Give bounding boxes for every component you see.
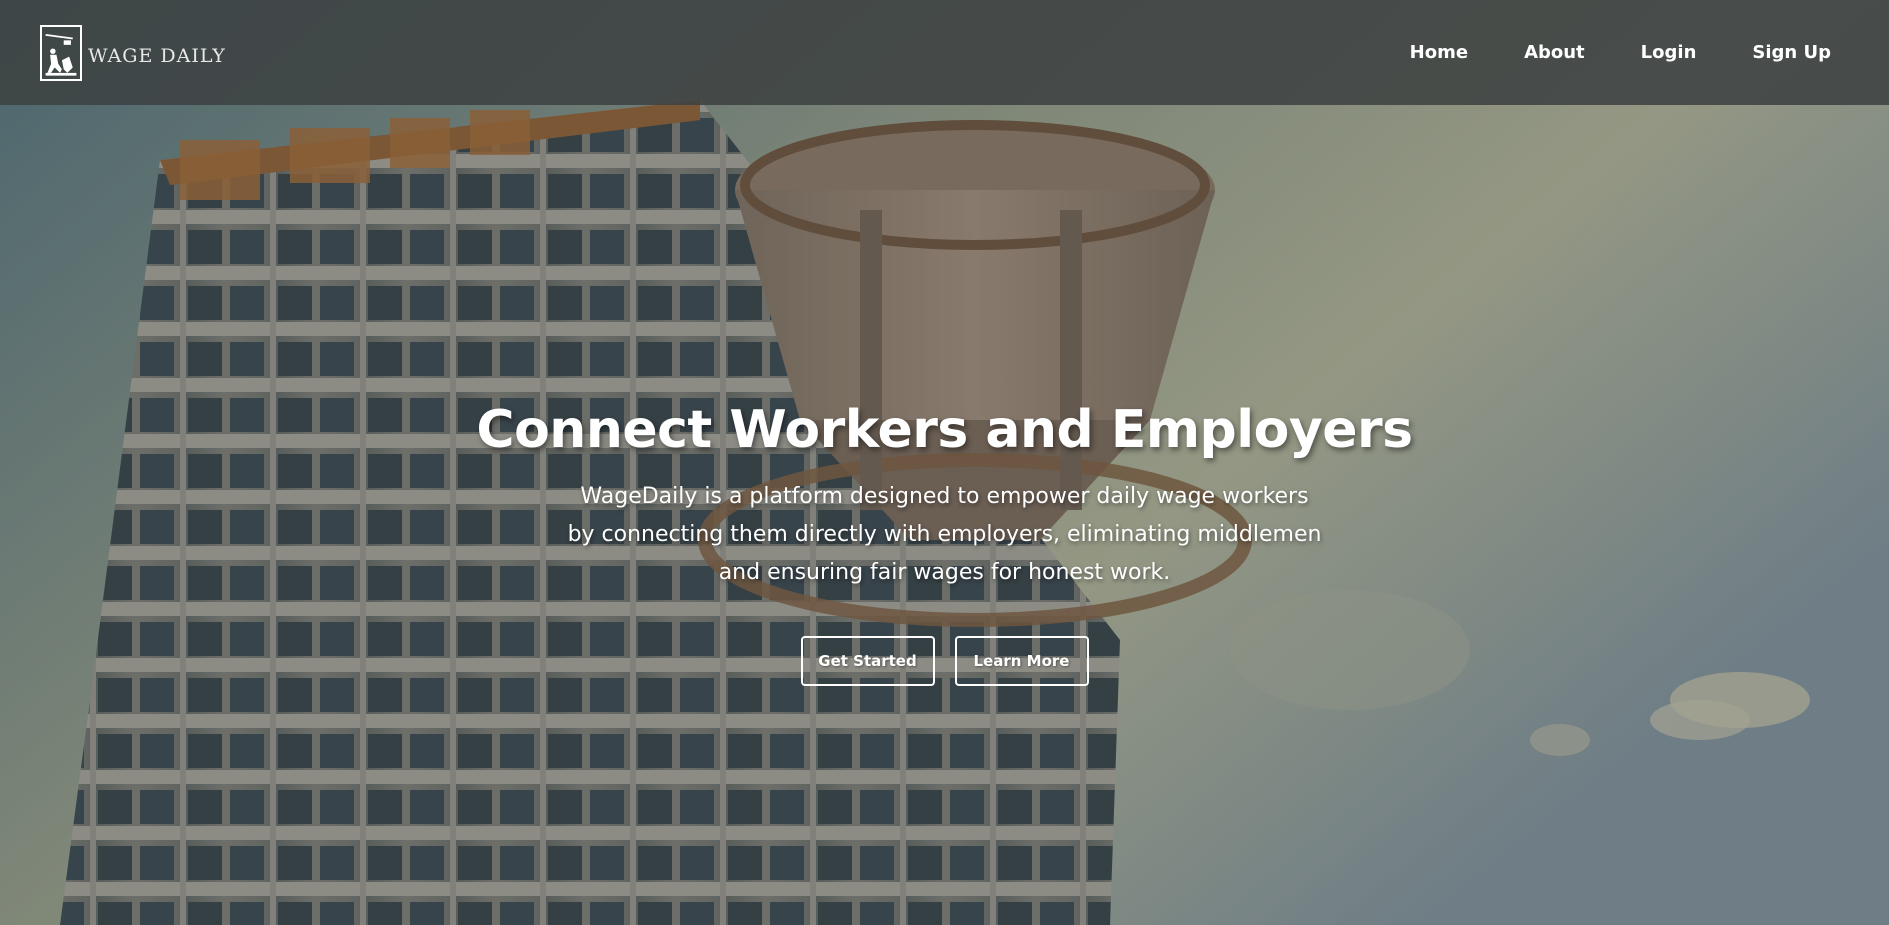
learn-more-button[interactable]: Learn More [954,636,1089,686]
get-started-button[interactable]: Get Started [800,636,935,686]
nav-about-link[interactable]: About [1496,34,1613,71]
nav-home-link[interactable]: Home [1382,34,1496,71]
worker-silhouette-icon [40,24,82,81]
nav-signup-link[interactable]: Sign Up [1724,34,1859,71]
landing-page: WAGE DAILY Home About Login Sign Up Conn… [0,0,1889,925]
brand-name: WAGE DAILY [88,44,226,67]
hero-section: Connect Workers and Employers WageDaily … [0,400,1889,686]
nav-menu: Home About Login Sign Up [1382,34,1859,71]
hero-title: Connect Workers and Employers [476,400,1413,460]
hero-description: WageDaily is a platform designed to empo… [567,484,1322,585]
nav-login-link[interactable]: Login [1613,34,1725,71]
brand-logo-link[interactable]: WAGE DAILY [40,24,226,81]
hero-button-group: Get Started Learn More [0,636,1889,686]
top-navbar: WAGE DAILY Home About Login Sign Up [0,0,1889,105]
